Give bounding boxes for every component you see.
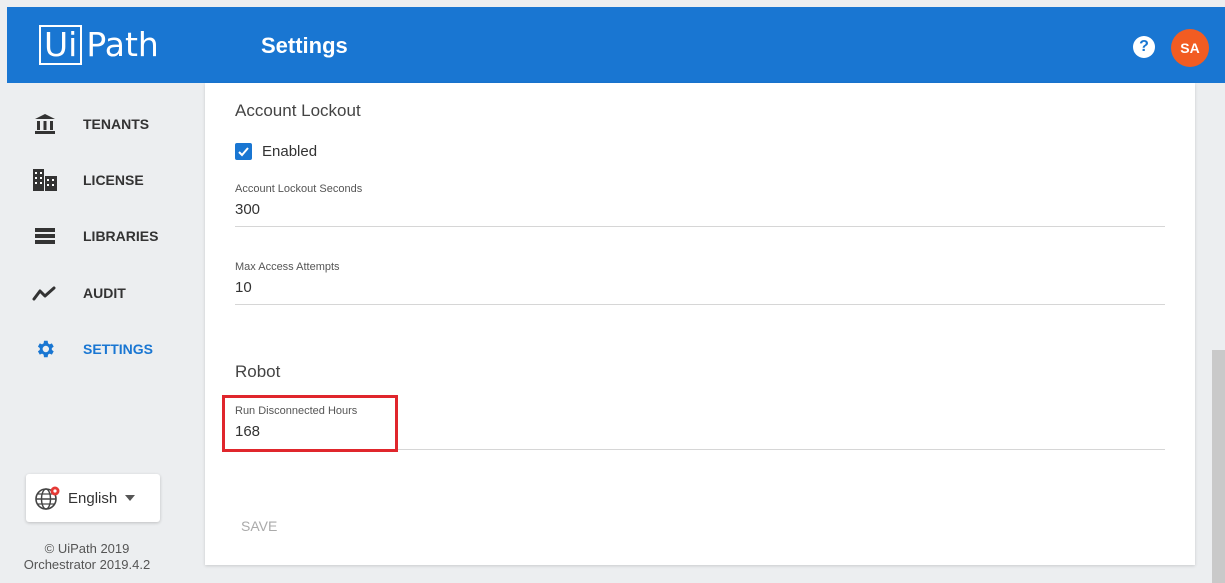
- trend-line-icon: [32, 280, 58, 306]
- max-attempts-field[interactable]: Max Access Attempts 10: [235, 261, 1165, 305]
- avatar[interactable]: SA: [1171, 29, 1209, 67]
- sidebar-item-license[interactable]: LICENSE: [0, 160, 198, 200]
- top-bar: Ui Path Settings ? SA: [7, 7, 1225, 83]
- page-title: Settings: [261, 33, 348, 58]
- sidebar-item-libraries[interactable]: LIBRARIES: [0, 216, 198, 256]
- enabled-checkbox[interactable]: Enabled: [235, 143, 317, 160]
- highlight-box: [222, 395, 398, 452]
- lockout-seconds-input[interactable]: 300: [235, 201, 1165, 221]
- field-label: Max Access Attempts: [235, 261, 340, 273]
- sidebar-item-label: LIBRARIES: [83, 228, 159, 244]
- sidebar-item-label: TENANTS: [83, 116, 150, 132]
- sidebar-item-label: SETTINGS: [83, 341, 154, 357]
- help-icon[interactable]: ?: [1133, 36, 1155, 58]
- sidebar: TENANTS LICENSE LIBRARIES AUDIT SETTINGS…: [0, 83, 198, 583]
- sidebar-item-audit[interactable]: AUDIT: [0, 273, 198, 313]
- section-title-robot: Robot: [235, 362, 281, 381]
- globe-icon: [34, 484, 62, 512]
- sidebar-item-tenants[interactable]: TENANTS: [0, 104, 198, 144]
- bank-icon: [32, 111, 58, 137]
- sidebar-item-label: LICENSE: [83, 172, 144, 188]
- enabled-label: Enabled: [262, 143, 318, 160]
- uipath-logo[interactable]: Ui Path: [39, 25, 159, 65]
- max-attempts-input[interactable]: 10: [235, 279, 1165, 299]
- gear-icon: [32, 336, 58, 362]
- logo-boxed-text: Ui: [39, 25, 83, 65]
- version-text: Orchestrator 2019.4.2: [23, 557, 151, 572]
- language-label: English: [68, 489, 118, 507]
- sidebar-item-settings[interactable]: SETTINGS: [0, 329, 198, 369]
- checkbox-checked-icon[interactable]: [235, 143, 252, 160]
- scrollbar[interactable]: [1212, 350, 1225, 583]
- settings-card: Account Lockout Enabled Account Lockout …: [205, 83, 1195, 565]
- sidebar-item-label: AUDIT: [83, 285, 126, 301]
- section-title-account-lockout: Account Lockout: [235, 101, 361, 120]
- field-label: Account Lockout Seconds: [235, 183, 363, 195]
- lockout-seconds-field[interactable]: Account Lockout Seconds 300: [235, 183, 1165, 227]
- logo-text: Path: [86, 25, 159, 64]
- list-icon: [32, 223, 58, 249]
- caret-down-icon: [125, 495, 136, 501]
- language-selector[interactable]: English: [26, 474, 160, 522]
- copyright-text: © UiPath 2019: [44, 541, 130, 556]
- save-button[interactable]: SAVE: [241, 518, 277, 534]
- building-icon: [32, 167, 58, 193]
